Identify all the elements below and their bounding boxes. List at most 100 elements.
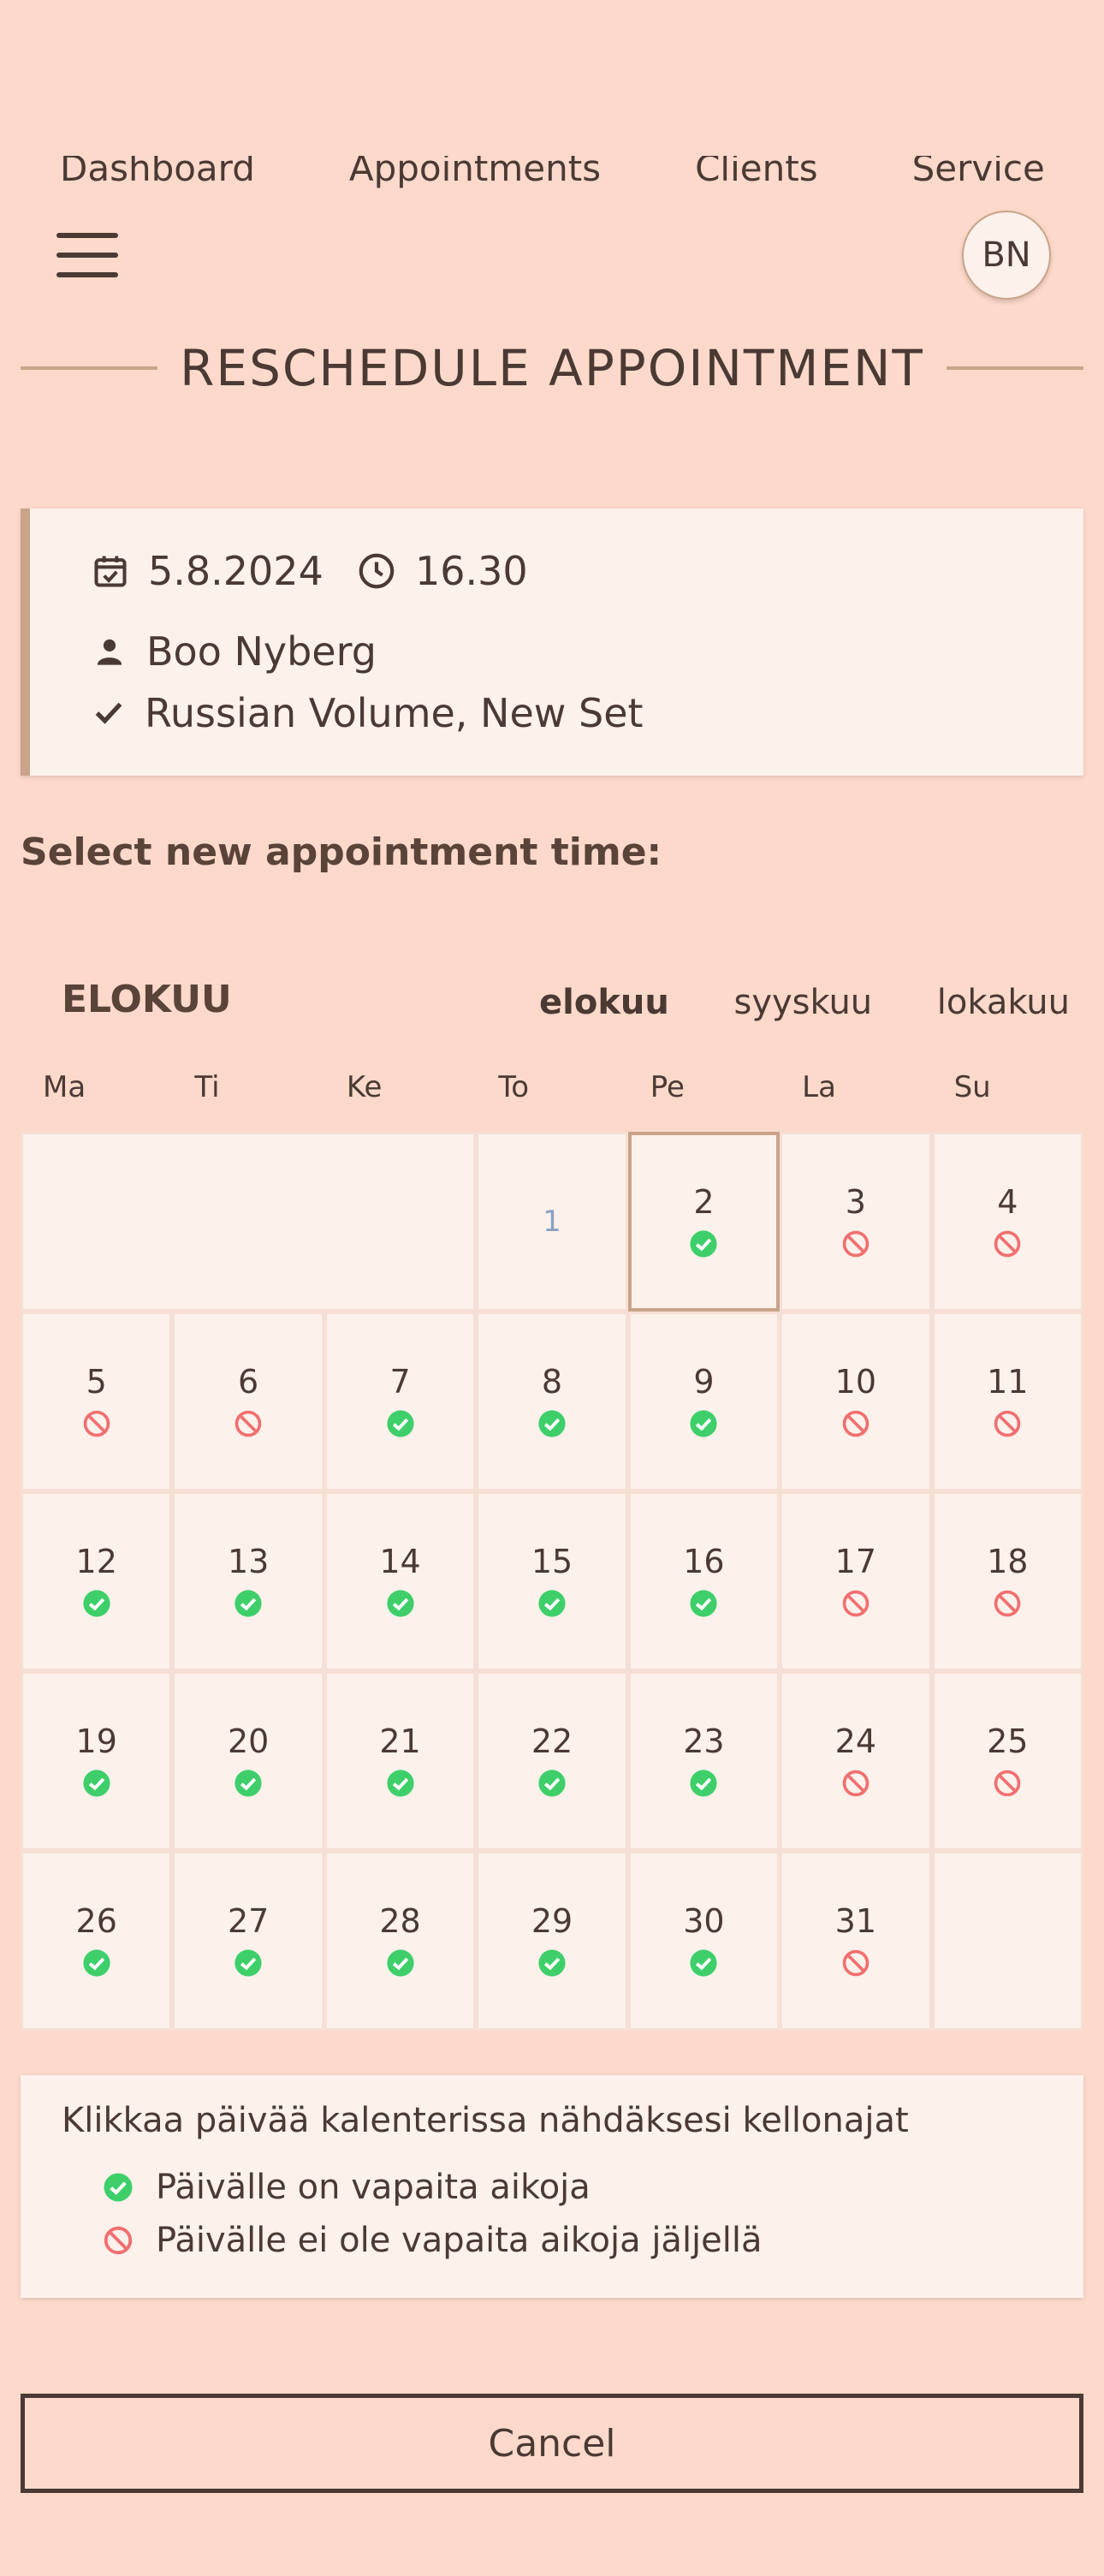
calendar-day-31[interactable]: 31 xyxy=(780,1851,932,2031)
nav-item-services[interactable]: Services xyxy=(912,156,1044,190)
background-nav: Dashboard Appointments Clients Services xyxy=(60,156,1044,190)
calendar-day-20[interactable]: 20 xyxy=(172,1671,324,1851)
calendar-day-1: 1 xyxy=(476,1132,628,1312)
legend-available-label: Päivälle on vapaita aikoja xyxy=(156,2168,591,2207)
tab-syyskuu[interactable]: syyskuu xyxy=(734,983,873,1022)
available-icon xyxy=(538,1949,566,1977)
top-header: BN xyxy=(0,190,1104,318)
avatar[interactable]: BN xyxy=(962,211,1051,300)
day-number: 14 xyxy=(379,1543,421,1580)
day-number: 25 xyxy=(987,1722,1029,1760)
calendar-day-18[interactable]: 18 xyxy=(931,1491,1083,1671)
title-divider-right xyxy=(946,366,1083,370)
calendar-day-2[interactable]: 2 xyxy=(627,1132,781,1312)
day-number: 13 xyxy=(227,1543,270,1580)
calendar-day-17[interactable]: 17 xyxy=(780,1491,932,1671)
calendar-day-29[interactable]: 29 xyxy=(476,1851,628,2031)
available-icon xyxy=(386,1949,414,1977)
day-number: 4 xyxy=(997,1183,1018,1221)
calendar-day-22[interactable]: 22 xyxy=(476,1671,628,1851)
day-number: 30 xyxy=(683,1902,725,1940)
calendar-day-16[interactable]: 16 xyxy=(627,1491,781,1671)
day-number: 31 xyxy=(834,1902,877,1940)
appointment-date-row: 5.8.2024 xyxy=(92,548,323,594)
day-number: 17 xyxy=(834,1543,877,1580)
day-number: 12 xyxy=(75,1543,117,1580)
calendar-day-15[interactable]: 15 xyxy=(476,1491,628,1671)
unavailable-icon xyxy=(842,1410,870,1437)
appointment-info-card: 5.8.2024 16.30 Boo Nyberg Russian Volume… xyxy=(21,509,1083,776)
calendar-day-23[interactable]: 23 xyxy=(627,1671,781,1851)
appointment-time-row: 16.30 xyxy=(357,548,528,594)
available-icon xyxy=(83,1949,110,1977)
calendar-day-25[interactable]: 25 xyxy=(931,1671,1083,1851)
available-icon xyxy=(234,1770,262,1797)
calendar-check-icon xyxy=(94,556,127,587)
calendar-day-30[interactable]: 30 xyxy=(627,1851,781,2031)
day-number: 3 xyxy=(845,1183,866,1221)
available-icon xyxy=(234,1949,262,1977)
calendar-day-4[interactable]: 4 xyxy=(931,1132,1083,1312)
day-number: 18 xyxy=(987,1543,1029,1580)
available-icon xyxy=(386,1770,414,1797)
legend-panel: Klikkaa päivää kalenterissa nähdäksesi k… xyxy=(21,2075,1083,2298)
weekday-label: Ma xyxy=(43,1070,86,1104)
day-number: 15 xyxy=(531,1543,573,1580)
clock-icon xyxy=(359,553,395,589)
available-icon xyxy=(83,1590,110,1617)
calendar-day-19[interactable]: 19 xyxy=(21,1671,173,1851)
available-icon xyxy=(386,1410,414,1437)
day-number: 24 xyxy=(834,1722,877,1760)
nav-item-dashboard[interactable]: Dashboard xyxy=(60,156,255,190)
calendar-grid: 1 2 3 4 5 6 7 8 9 10 11 12 13 14 15 16 17 18 19 20 21 22 23 24 2… xyxy=(21,1132,1083,2031)
month-title: ELOKUU xyxy=(62,978,232,1021)
day-number: 27 xyxy=(227,1902,270,1940)
day-number: 2 xyxy=(693,1183,715,1221)
tab-lokakuu[interactable]: lokakuu xyxy=(937,983,1070,1022)
nav-item-appointments[interactable]: Appointments xyxy=(349,156,601,190)
calendar-day-3[interactable]: 3 xyxy=(780,1132,932,1312)
available-icon xyxy=(234,1590,262,1617)
calendar-day-9[interactable]: 9 xyxy=(627,1312,781,1491)
calendar-day-21[interactable]: 21 xyxy=(323,1671,477,1851)
menu-icon[interactable] xyxy=(56,233,118,277)
calendar-day-14[interactable]: 14 xyxy=(323,1491,477,1671)
unavailable-icon xyxy=(842,1949,870,1977)
legend-full: Päivälle ei ole vapaita aikoja jäljellä xyxy=(103,2221,763,2260)
tab-elokuu[interactable]: elokuu xyxy=(539,983,669,1022)
month-tabs: elokuu syyskuu lokakuu xyxy=(539,983,1070,1022)
day-number: 20 xyxy=(227,1722,270,1760)
title-divider-left xyxy=(21,366,158,370)
unavailable-icon xyxy=(842,1770,870,1797)
available-icon xyxy=(538,1590,566,1617)
cancel-button[interactable]: Cancel xyxy=(21,2394,1083,2493)
weekday-label: Ke xyxy=(346,1070,383,1104)
appointment-date: 5.8.2024 xyxy=(148,548,323,594)
available-icon xyxy=(538,1770,566,1797)
calendar-day-10[interactable]: 10 xyxy=(780,1312,932,1491)
nav-item-clients[interactable]: Clients xyxy=(695,156,817,190)
calendar-day-24[interactable]: 24 xyxy=(780,1671,932,1851)
page-title: RESCHEDULE APPOINTMENT xyxy=(180,339,924,397)
day-number: 1 xyxy=(543,1205,561,1239)
unavailable-icon xyxy=(842,1230,870,1258)
calendar-day-11[interactable]: 11 xyxy=(931,1312,1083,1491)
day-number: 6 xyxy=(238,1363,259,1401)
calendar-day-28[interactable]: 28 xyxy=(323,1851,477,2031)
day-number: 10 xyxy=(834,1363,877,1401)
unavailable-icon xyxy=(994,1230,1021,1258)
calendar-day-27[interactable]: 27 xyxy=(172,1851,324,2031)
calendar-day-8[interactable]: 8 xyxy=(476,1312,628,1491)
unavailable-icon xyxy=(994,1770,1021,1797)
calendar-day-5[interactable]: 5 xyxy=(21,1312,173,1491)
day-number: 26 xyxy=(75,1902,117,1940)
day-number: 11 xyxy=(987,1363,1029,1401)
calendar-day-6[interactable]: 6 xyxy=(172,1312,324,1491)
calendar-day-26[interactable]: 26 xyxy=(21,1851,173,2031)
calendar-day-13[interactable]: 13 xyxy=(172,1491,324,1671)
calendar-day-12[interactable]: 12 xyxy=(21,1491,173,1671)
day-number: 5 xyxy=(86,1363,107,1401)
page: Dashboard Appointments Clients Services … xyxy=(0,0,1104,2576)
calendar-day-7[interactable]: 7 xyxy=(323,1312,477,1491)
day-number: 23 xyxy=(683,1722,725,1760)
